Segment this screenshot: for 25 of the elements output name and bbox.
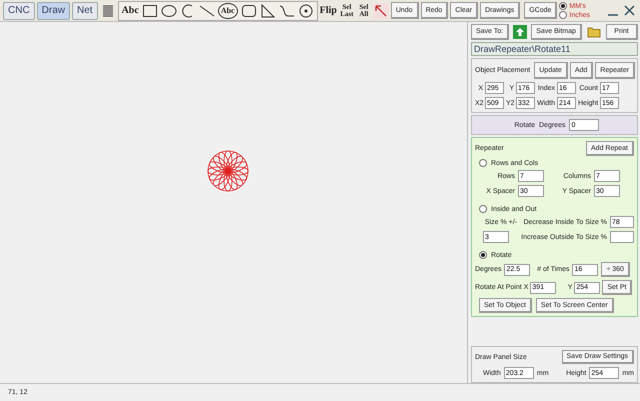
upload-arrow-icon[interactable] bbox=[513, 25, 528, 39]
radio-button[interactable] bbox=[479, 159, 487, 167]
pointer-arrow-icon[interactable] bbox=[372, 2, 389, 18]
radio-button[interactable] bbox=[479, 205, 487, 213]
minimize-icon[interactable] bbox=[608, 14, 618, 16]
triangle-icon[interactable] bbox=[260, 2, 276, 18]
tab[interactable]: CNC bbox=[3, 2, 35, 20]
text-tool[interactable]: Abc bbox=[122, 2, 139, 18]
rectangle-icon[interactable] bbox=[142, 2, 158, 18]
rotated-pattern-drawing[interactable] bbox=[208, 150, 248, 192]
curve-icon[interactable] bbox=[278, 2, 295, 18]
tab[interactable]: Draw bbox=[36, 2, 70, 20]
radio-button[interactable] bbox=[559, 2, 568, 10]
target-icon[interactable] bbox=[298, 2, 314, 18]
increase-field[interactable] bbox=[610, 231, 634, 243]
circle-text-tool[interactable]: Abc bbox=[218, 2, 238, 18]
flip-tool[interactable]: Flip bbox=[320, 6, 337, 16]
file-name-field[interactable]: DrawRepeater\Rotate11 bbox=[471, 42, 638, 56]
rounded-rectangle-icon[interactable] bbox=[240, 2, 257, 18]
radio-button[interactable] bbox=[479, 251, 487, 259]
radio-button[interactable] bbox=[559, 11, 568, 19]
ellipse-icon[interactable] bbox=[160, 2, 177, 18]
line-icon[interactable] bbox=[198, 2, 215, 18]
close-icon[interactable] bbox=[624, 4, 635, 16]
tab[interactable]: Net bbox=[72, 2, 98, 20]
